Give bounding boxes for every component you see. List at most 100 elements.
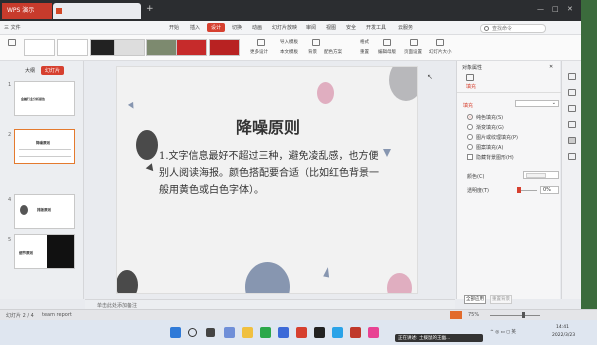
pink-circle-shape[interactable]: [387, 273, 412, 293]
fill-bucket-icon[interactable]: [466, 74, 474, 81]
zoom-slider[interactable]: [490, 315, 540, 316]
blue-circle-shape[interactable]: [245, 262, 290, 293]
tab-slides[interactable]: 幻灯片: [41, 66, 65, 75]
menu-cloud[interactable]: 云服务: [398, 24, 413, 31]
store-icon[interactable]: [278, 327, 289, 338]
triangle-shape[interactable]: [127, 101, 137, 111]
triangle-shape[interactable]: [383, 149, 391, 157]
wps-icon[interactable]: [296, 327, 307, 338]
notes-pane[interactable]: 单击此处添加备注: [85, 299, 455, 309]
slide-thumb-2[interactable]: 降噪原则: [14, 129, 75, 164]
doc-template-button[interactable]: 本文模板: [280, 49, 298, 55]
minimize-icon[interactable]: —: [537, 5, 544, 13]
background-button[interactable]: 背景: [308, 49, 317, 55]
dark-circle-shape[interactable]: [117, 270, 138, 293]
slide-thumb-3[interactable]: 排版原则: [14, 194, 75, 229]
clock-date[interactable]: 2022/3/23: [552, 333, 575, 338]
slide-thumb-4[interactable]: 细节原则: [14, 234, 75, 269]
menu-insert[interactable]: 插入: [190, 24, 200, 31]
new-tab-button[interactable]: +: [146, 4, 154, 14]
property-icon[interactable]: [568, 137, 576, 144]
reset-button[interactable]: 重置: [360, 49, 369, 55]
app-tab[interactable]: WPS 演示: [2, 3, 52, 19]
menu-security[interactable]: 安全: [346, 24, 356, 31]
tray-icons[interactable]: ^ ◎ ▭ ◻ 英: [490, 329, 516, 335]
search-icon[interactable]: [188, 328, 197, 337]
menu-animation[interactable]: 动画: [252, 24, 262, 31]
now-playing-banner[interactable]: 正在讲述: 土拨鼠的王幽...: [395, 334, 483, 342]
template-thumb-5[interactable]: [146, 39, 177, 56]
slide-count: 幻灯片 2 / 4: [6, 313, 34, 319]
menu-developer[interactable]: 开发工具: [366, 24, 386, 31]
format-button[interactable]: 格式: [360, 39, 369, 45]
slide-size-icon[interactable]: [436, 39, 444, 46]
hide-background-checkbox[interactable]: [467, 154, 473, 160]
menu-home[interactable]: 开始: [169, 24, 179, 31]
color-scheme-button[interactable]: 配色方案: [324, 49, 342, 55]
layout-icon[interactable]: [568, 121, 576, 128]
slide-thumb-1[interactable]: 金融行业分析报告: [14, 81, 75, 116]
tab-outline[interactable]: 大纲: [21, 66, 39, 75]
radio-pattern-fill[interactable]: [467, 144, 473, 150]
document-tab[interactable]: [53, 3, 141, 19]
menu-transition[interactable]: 切换: [232, 24, 242, 31]
triangle-shape[interactable]: [323, 266, 331, 278]
shape-icon[interactable]: [568, 73, 576, 80]
fill-dropdown[interactable]: ⌄: [515, 100, 559, 107]
app-icon[interactable]: [368, 327, 379, 338]
slide-title[interactable]: 降噪原则: [117, 114, 417, 138]
panel-close-icon[interactable]: ✕: [549, 64, 553, 70]
reset-background-button[interactable]: 重置背景: [490, 295, 512, 304]
page-setup-icon[interactable]: [410, 39, 418, 46]
file-menu[interactable]: 三 文件: [4, 24, 21, 31]
app-icon[interactable]: [314, 327, 325, 338]
task-view-icon[interactable]: [206, 328, 215, 337]
radio-picture-fill[interactable]: [467, 134, 473, 140]
qq-icon[interactable]: [332, 327, 343, 338]
app-icon[interactable]: [350, 327, 361, 338]
pink-circle-shape[interactable]: [317, 82, 334, 104]
menu-design[interactable]: 设计: [207, 23, 226, 32]
clock-time[interactable]: 14:41: [556, 325, 569, 330]
history-icon[interactable]: [568, 153, 576, 160]
edit-master-button[interactable]: 编辑母版: [378, 49, 396, 55]
menu-review[interactable]: 审阅: [306, 24, 316, 31]
animation-icon[interactable]: [568, 105, 576, 112]
close-icon[interactable]: ✕: [567, 5, 573, 13]
template-thumb-2[interactable]: [57, 39, 88, 56]
template-thumb-7[interactable]: [209, 39, 240, 56]
slide-size-button[interactable]: 幻灯片大小: [429, 49, 452, 55]
menu-slideshow[interactable]: 幻灯片放映: [272, 24, 297, 31]
magic-design-icon[interactable]: [8, 39, 16, 46]
slider-handle[interactable]: [517, 187, 521, 193]
radio-gradient-fill[interactable]: [467, 124, 473, 130]
start-icon[interactable]: [170, 327, 181, 338]
import-template-button[interactable]: 导入模板: [280, 39, 298, 45]
widgets-icon[interactable]: [224, 327, 235, 338]
edit-master-icon[interactable]: [383, 39, 391, 46]
template-thumb-4[interactable]: [114, 39, 145, 56]
triangle-shape[interactable]: [145, 163, 157, 174]
tab-fill[interactable]: 填充: [466, 83, 476, 90]
menu-view[interactable]: 视图: [326, 24, 336, 31]
radio-solid-fill[interactable]: [467, 114, 473, 120]
more-design-icon[interactable]: [257, 39, 265, 46]
slide[interactable]: 降噪原则 1.文字信息最好不超过三种，避免凌乱感，也方便别人阅读海报。颜色搭配要…: [116, 66, 418, 294]
style-icon[interactable]: [568, 89, 576, 96]
apply-all-button[interactable]: 全部应用: [464, 295, 486, 304]
template-thumb-1[interactable]: [24, 39, 55, 56]
color-picker[interactable]: [523, 171, 559, 179]
template-thumb-6[interactable]: [176, 39, 207, 56]
page-setup-button[interactable]: 页面设置: [404, 49, 422, 55]
edge-icon[interactable]: [260, 327, 271, 338]
maximize-icon[interactable]: □: [552, 5, 559, 13]
search-input[interactable]: 查找命令: [480, 24, 546, 33]
zoom-slider-handle[interactable]: [522, 312, 525, 318]
transparency-input[interactable]: 0%: [540, 186, 559, 194]
file-explorer-icon[interactable]: [242, 327, 253, 338]
gray-circle-shape[interactable]: [389, 67, 417, 101]
more-design-button[interactable]: 更多设计: [250, 49, 268, 55]
background-icon[interactable]: [312, 39, 320, 46]
play-icon[interactable]: [450, 311, 462, 319]
slide-body-text[interactable]: 1.文字信息最好不超过三种，避免凌乱感，也方便别人阅读海报。颜色搭配要合适（比如…: [159, 148, 384, 199]
